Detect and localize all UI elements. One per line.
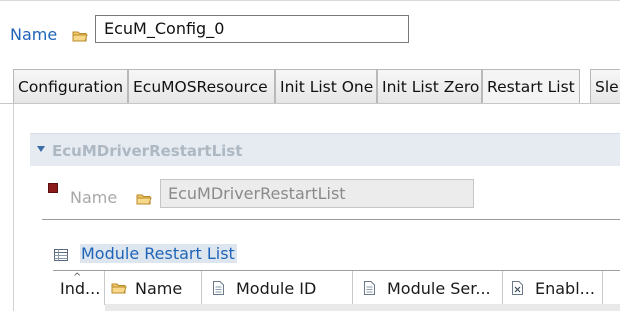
tab-configuration[interactable]: Configuration xyxy=(13,69,128,103)
section-name-field[interactable]: EcuMDriverRestartList xyxy=(160,179,474,208)
tab-restart-list[interactable]: Restart List xyxy=(482,69,580,103)
folder-icon xyxy=(136,191,152,210)
tab-bar: Configuration EcuMOSResource Init List O… xyxy=(0,69,620,105)
tab-sle[interactable]: Sle xyxy=(590,69,620,103)
table-title: Module Restart List xyxy=(80,244,237,263)
column-header-label: Module Ser... xyxy=(387,279,491,298)
column-header-enabled[interactable]: Enabl... xyxy=(503,271,603,305)
section-name-label: Name xyxy=(70,188,118,207)
folder-icon xyxy=(72,28,88,47)
name-input[interactable]: EcuM_Config_0 xyxy=(95,15,409,43)
folder-icon xyxy=(111,272,127,305)
table-row[interactable] xyxy=(105,304,620,311)
tab-ecumosresource[interactable]: EcuMOSResource xyxy=(128,69,275,103)
collapse-caret-icon[interactable] xyxy=(37,146,45,152)
required-marker-icon xyxy=(48,183,58,193)
tab-init-list-zero[interactable]: Init List Zero xyxy=(377,69,482,103)
sort-caret-icon: ^ xyxy=(73,272,82,283)
document-icon xyxy=(364,272,375,305)
column-header-module-service[interactable]: Module Ser... xyxy=(353,271,503,305)
document-icon xyxy=(213,272,224,305)
column-header-module-id[interactable]: Module ID xyxy=(202,271,353,305)
tab-init-list-one[interactable]: Init List One xyxy=(275,69,377,103)
column-header-label: Name xyxy=(135,279,183,298)
column-header-label: Enabl... xyxy=(535,279,595,298)
section-divider xyxy=(42,219,620,220)
table-icon xyxy=(54,247,68,266)
name-label: Name xyxy=(10,25,58,44)
column-header-label: Module ID xyxy=(236,279,317,298)
checkbox-icon xyxy=(512,272,523,305)
column-header-index[interactable]: ^ Ind... xyxy=(53,271,105,305)
section-title: EcuMDriverRestartList xyxy=(52,142,243,160)
top-divider xyxy=(0,0,620,1)
column-header-name[interactable]: Name xyxy=(105,271,202,305)
